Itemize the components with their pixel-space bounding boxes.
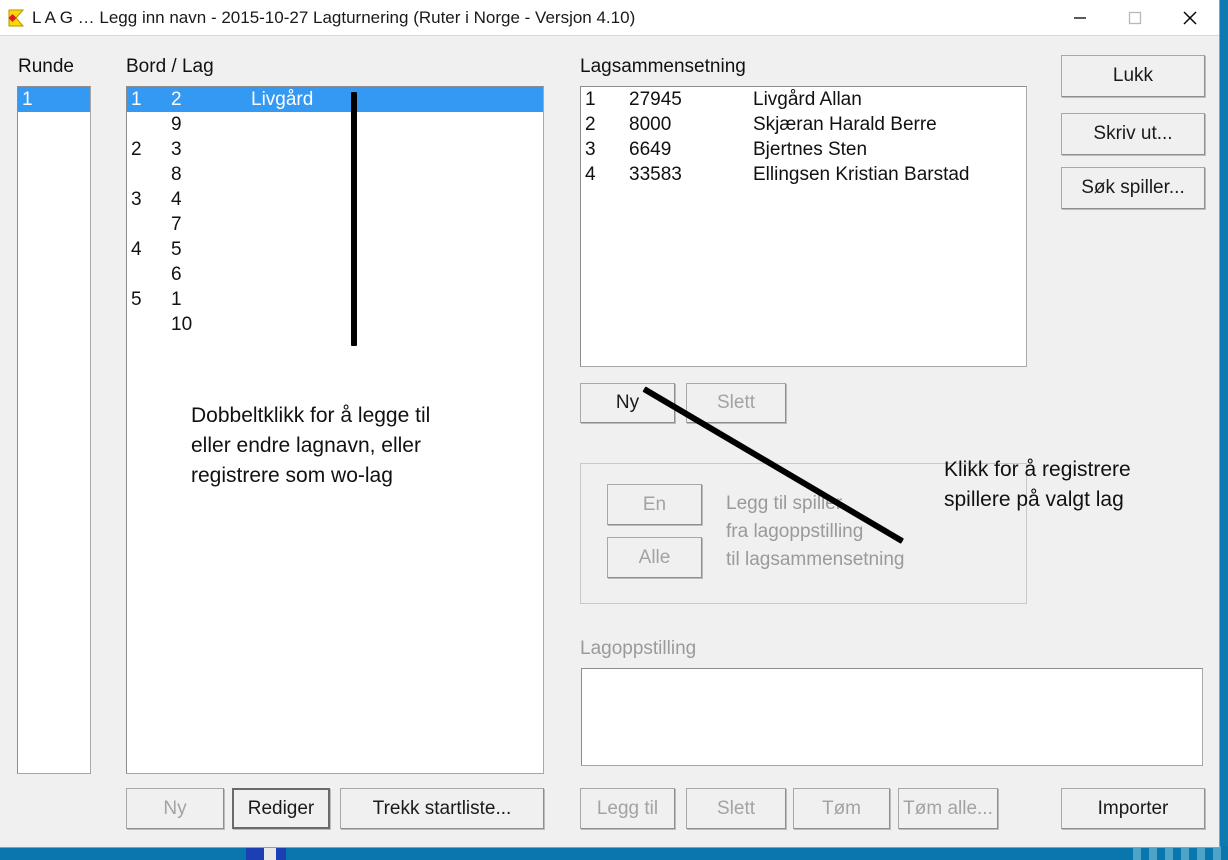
taskbar-item[interactable]: [246, 846, 264, 860]
client-area: Runde 1 Bord / Lag 1 2 Livgård 9 23 8 34 7: [0, 36, 1219, 847]
title-bar[interactable]: L A G … Legg inn navn - 2015-10-27 Lagtu…: [0, 0, 1219, 36]
maximize-icon: [1128, 11, 1141, 24]
alle-button[interactable]: Alle: [607, 537, 702, 578]
cell-lag: 1: [171, 289, 182, 310]
slett-lagoppstilling-button[interactable]: Slett: [686, 788, 786, 829]
cell-navn: Livgård Allan: [753, 89, 862, 110]
window-title: L A G … Legg inn navn - 2015-10-27 Lagtu…: [32, 8, 636, 27]
lagsammensetning-label: Lagsammensetning: [580, 56, 746, 77]
maximize-button[interactable]: [1107, 0, 1162, 35]
table-row[interactable]: 8: [127, 162, 543, 187]
tom-button[interactable]: Tøm: [793, 788, 890, 829]
lagoppstilling-label: Lagoppstilling: [580, 638, 697, 659]
cell-navn: Skjæran Harald Berre: [753, 114, 937, 135]
runde-listbox[interactable]: 1: [17, 86, 91, 774]
table-row[interactable]: 9: [127, 112, 543, 137]
lagsammensetning-listbox[interactable]: 1 27945 Livgård Allan 2 8000 Skjæran Harald …: [580, 86, 1027, 367]
cell-bord: 4: [131, 239, 142, 260]
cell-bord: 2: [131, 139, 142, 160]
close-button[interactable]: [1162, 0, 1217, 35]
table-row[interactable]: 51: [127, 287, 543, 312]
importer-button[interactable]: Importer: [1061, 788, 1205, 829]
lagoppstilling-listbox[interactable]: [581, 668, 1203, 766]
table-row[interactable]: 10: [127, 312, 543, 337]
cell-bord: 5: [131, 289, 142, 310]
cell-nr: 1: [585, 89, 596, 110]
taskbar-item[interactable]: [276, 846, 286, 860]
taskbar-item[interactable]: [264, 846, 276, 860]
table-row[interactable]: 6: [127, 262, 543, 287]
cell-lag: 4: [171, 189, 182, 210]
application-window: L A G … Legg inn navn - 2015-10-27 Lagtu…: [0, 0, 1220, 848]
tom-alle-button[interactable]: Tøm alle...: [898, 788, 998, 829]
cell-id: 6649: [629, 139, 672, 160]
cell-nr: 3: [585, 139, 596, 160]
table-row[interactable]: 7: [127, 212, 543, 237]
slett-lagsammensetning-button[interactable]: Slett: [686, 383, 786, 423]
en-button[interactable]: En: [607, 484, 702, 525]
trekk-startliste-button[interactable]: Trekk startliste...: [340, 788, 544, 829]
cell-navn: Bjertnes Sten: [753, 139, 868, 160]
cell-lag: 7: [171, 214, 182, 235]
cell-lag: 6: [171, 264, 182, 285]
table-row[interactable]: 1 2 Livgård: [127, 87, 543, 112]
minimize-icon: [1073, 16, 1086, 19]
table-row[interactable]: 45: [127, 237, 543, 262]
cell-navn: Livgård: [251, 89, 314, 110]
bordlag-annotation: Dobbeltklikk for å legge til eller endre…: [191, 404, 431, 487]
cell-nr: 2: [585, 114, 596, 135]
cell-lag: 3: [171, 139, 182, 160]
tray-item[interactable]: [1149, 846, 1157, 860]
cell-navn: Ellingsen Kristian Barstad: [753, 164, 970, 185]
ny-lagsammensetning-button[interactable]: Ny: [580, 383, 675, 423]
register-players-annotation: Klikk for å registrere spillere på valgt…: [944, 458, 1131, 511]
legg-til-button[interactable]: Legg til: [580, 788, 675, 829]
cell-lag: 9: [171, 114, 182, 135]
table-row[interactable]: 2 8000 Skjæran Harald Berre: [581, 112, 1026, 137]
rediger-button[interactable]: Rediger: [232, 788, 330, 829]
cell-id: 27945: [629, 89, 682, 110]
cell-nr: 4: [585, 164, 596, 185]
skriv-ut-button[interactable]: Skriv ut...: [1061, 113, 1205, 155]
table-row[interactable]: 23: [127, 137, 543, 162]
table-row[interactable]: 34: [127, 187, 543, 212]
tray-item[interactable]: [1133, 846, 1141, 860]
runde-label: Runde: [18, 56, 74, 77]
cell-bord: 3: [131, 189, 142, 210]
table-row[interactable]: 3 6649 Bjertnes Sten: [581, 137, 1026, 162]
close-icon: [1183, 11, 1196, 24]
cell-lag: 5: [171, 239, 182, 260]
bordlag-listbox[interactable]: 1 2 Livgård 9 23 8 34 7 45 6 5 1 10 Dobb…: [126, 86, 544, 774]
lukk-button[interactable]: Lukk: [1061, 55, 1205, 97]
tray-item[interactable]: [1181, 846, 1189, 860]
sok-spiller-button[interactable]: Søk spiller...: [1061, 167, 1205, 209]
list-item[interactable]: 1: [18, 87, 90, 112]
tray-item[interactable]: [1165, 846, 1173, 860]
ny-bordlag-button[interactable]: Ny: [126, 788, 224, 829]
sigma-diamond-icon: [6, 8, 26, 28]
annotation-vertical-line: [351, 92, 357, 346]
add-player-helper-text: Legg til spiller fra lagoppstilling til …: [726, 493, 905, 570]
minimize-button[interactable]: [1052, 0, 1107, 35]
bordlag-label: Bord / Lag: [126, 56, 214, 77]
cell-id: 33583: [629, 164, 682, 185]
cell-bord: 1: [131, 89, 142, 110]
tray-item[interactable]: [1197, 846, 1205, 860]
cell-lag: 2: [171, 89, 182, 110]
tray-item[interactable]: [1213, 846, 1221, 860]
table-row[interactable]: 1 27945 Livgård Allan: [581, 87, 1026, 112]
cell-id: 8000: [629, 114, 672, 135]
cell-lag: 8: [171, 164, 182, 185]
taskbar[interactable]: [0, 846, 1228, 860]
table-row[interactable]: 4 33583 Ellingsen Kristian Barstad: [581, 162, 1026, 187]
cell-lag: 10: [171, 314, 193, 335]
